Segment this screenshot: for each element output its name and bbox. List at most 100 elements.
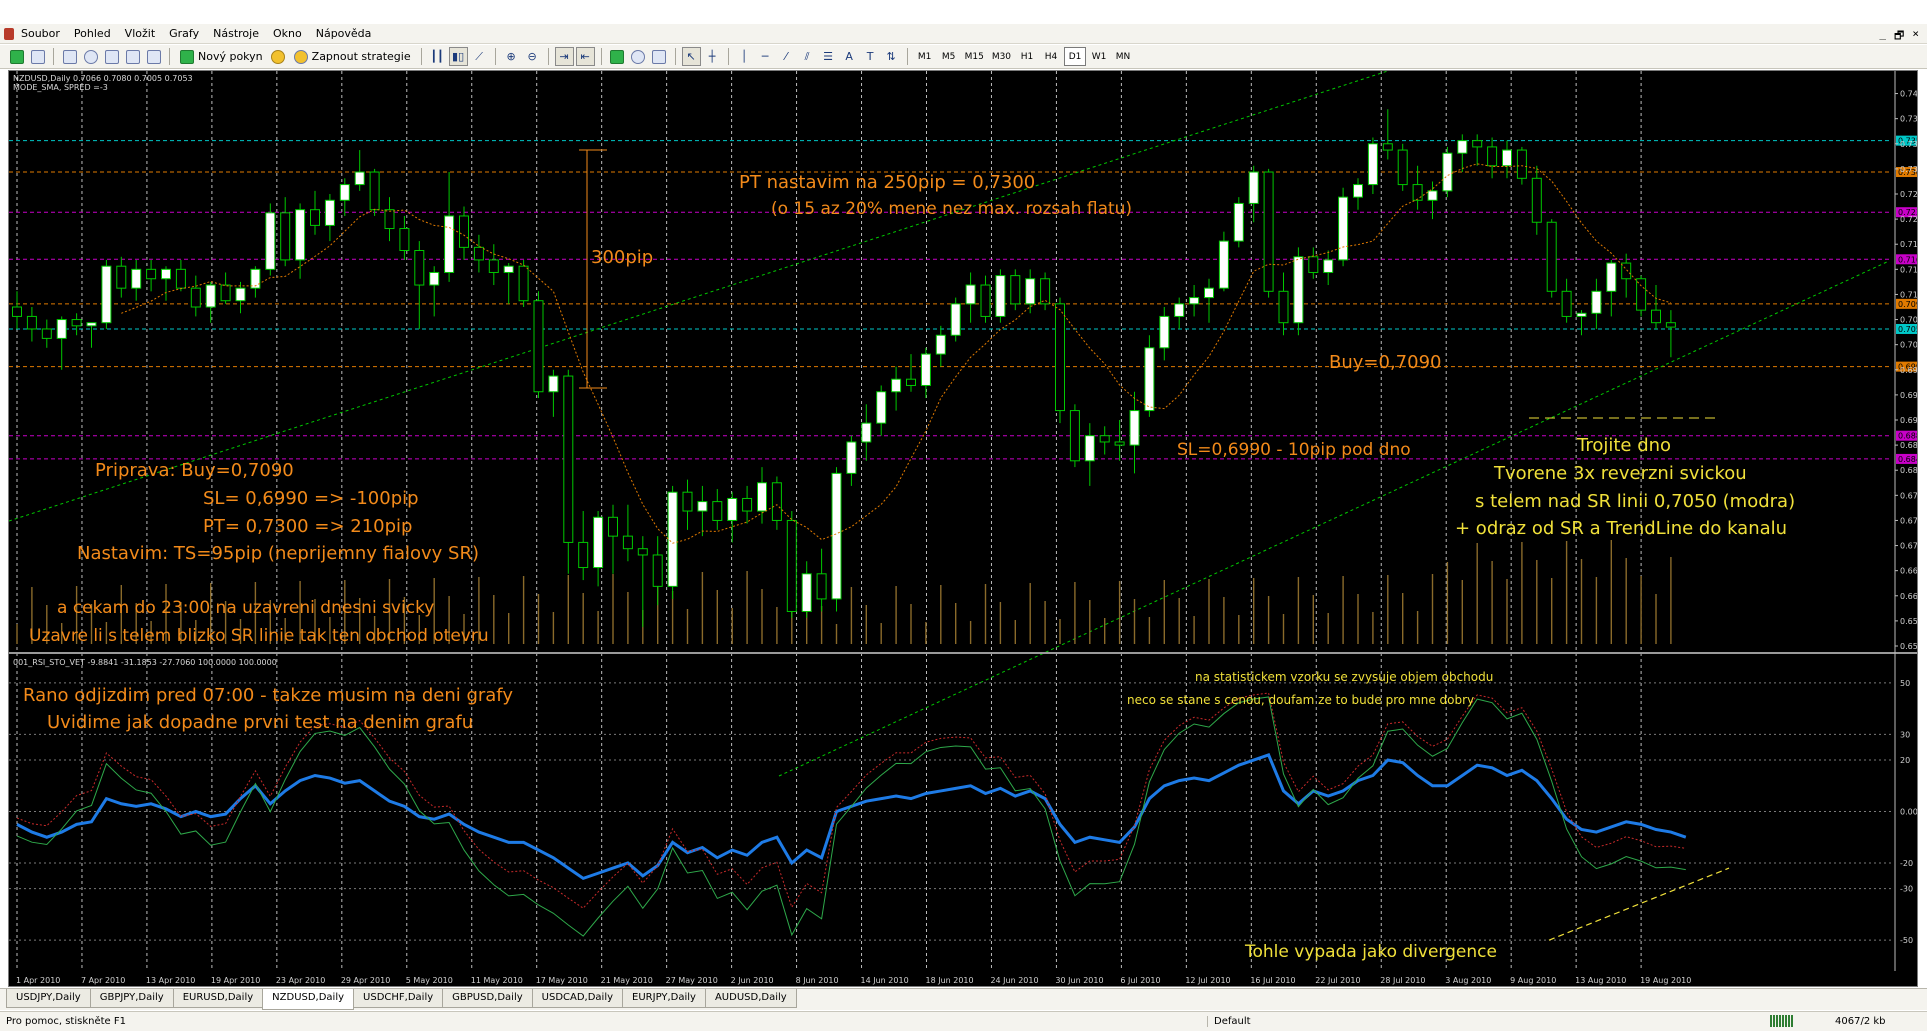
bear-candle-body [518, 265, 529, 302]
new-chart-button[interactable] [7, 47, 26, 66]
data-window-button[interactable] [81, 47, 100, 66]
metaeditor-button[interactable] [269, 47, 288, 66]
tab-usdchf[interactable]: USDCHF,Daily [353, 989, 444, 1008]
line-chart-button[interactable]: ⟋ [470, 47, 489, 66]
indicators-button[interactable] [608, 47, 627, 66]
bull-candle-body [1606, 262, 1617, 292]
bear-candle-body [1308, 256, 1319, 273]
indicator-tick-label: 30 [1900, 730, 1910, 739]
tab-gbpjpy[interactable]: GBPJPY,Daily [89, 989, 174, 1008]
candle [1531, 165, 1542, 235]
menu-insert[interactable]: Vložit [118, 27, 162, 40]
price-tick-label: 0.7305 [1900, 165, 1917, 174]
timeframe-w1[interactable]: W1 [1088, 47, 1110, 66]
price-tick-label: 0.6945 [1900, 391, 1917, 400]
zoom-in-icon[interactable]: ⊕ [502, 47, 521, 66]
chart-header-indicator: MODE_SMA, SPRED =-3 [13, 83, 108, 92]
timeframe-m5[interactable]: M5 [938, 47, 960, 66]
tab-eurjpy[interactable]: EURJPY,Daily [622, 989, 706, 1008]
candle [608, 504, 618, 574]
profiles-button[interactable] [28, 47, 47, 66]
navigator-button[interactable] [102, 47, 121, 66]
plus-icon [9, 49, 24, 64]
timeframe-m1[interactable]: M1 [914, 47, 936, 66]
status-help-text: Pro pomoc, stiskněte F1 [6, 1016, 126, 1027]
candle-chart-button[interactable]: ▮▯ [448, 47, 468, 66]
bar-chart-button[interactable]: ┃┃ [428, 47, 447, 66]
candle [26, 307, 37, 342]
candle [1323, 250, 1334, 286]
restore-icon[interactable]: 🗗 [1892, 27, 1906, 46]
bull-candle-body [801, 573, 812, 612]
date-tick-label: 12 Jul 2010 [1185, 976, 1230, 985]
new-order-button[interactable]: Nový pokyn [176, 47, 267, 66]
close-icon[interactable]: × [1910, 27, 1921, 46]
tab-usdcad[interactable]: USDCAD,Daily [531, 989, 624, 1008]
vertical-line-tool-icon[interactable]: │ [735, 47, 754, 66]
horizontal-line-tool-icon[interactable]: ─ [756, 47, 775, 66]
candle [861, 404, 872, 461]
tab-eurusd[interactable]: EURUSD,Daily [172, 989, 264, 1008]
volume-note1-annotation: na statistickem vzorku se zvysuje objem … [1195, 670, 1493, 684]
chart-window[interactable]: 0.73500.73000.72360.71610.70900.70500.69… [8, 70, 1918, 987]
bull-candle-body [667, 491, 678, 587]
menu-window[interactable]: Okno [266, 27, 309, 40]
candle [876, 385, 887, 436]
trendline-tool-icon[interactable]: ⁄ [777, 47, 796, 66]
indicator-tick-label: -50 [1900, 936, 1913, 945]
bear-candle-body [1561, 290, 1572, 317]
timeframe-h4[interactable]: H4 [1040, 47, 1062, 66]
menu-tools[interactable]: Nástroje [206, 27, 266, 40]
candle [906, 354, 916, 392]
auto-scroll-button[interactable]: ⇥ [554, 47, 574, 66]
level-price-label: 0.6880 [1896, 430, 1917, 441]
bull-candle-body [265, 212, 276, 270]
chart-shift-button[interactable]: ⇤ [575, 47, 595, 66]
tab-usdjpy[interactable]: USDJPY,Daily [6, 989, 91, 1008]
text-tool-icon[interactable]: A [840, 47, 859, 66]
text-label-tool-icon[interactable]: T [861, 47, 880, 66]
zoom-out-icon[interactable]: ⊖ [523, 47, 542, 66]
candle [1263, 168, 1274, 298]
strategy-tester-button[interactable] [144, 47, 163, 66]
crosshair-tool-icon[interactable]: ┼ [703, 47, 722, 66]
timeframe-m30[interactable]: M30 [989, 47, 1014, 66]
price-tick-label: 0.6865 [1900, 441, 1917, 450]
date-tick-label: 7 Apr 2010 [81, 976, 125, 985]
date-tick-label: 16 Jul 2010 [1250, 976, 1295, 985]
market-watch-button[interactable] [60, 47, 79, 66]
bear-candle-body [786, 519, 797, 612]
terminal-icon [125, 49, 140, 64]
periods-button[interactable] [629, 47, 648, 66]
minimize-icon[interactable]: _ [1877, 27, 1888, 46]
channel-tool-icon[interactable]: ⫽ [798, 47, 817, 66]
timeframe-mn[interactable]: MN [1112, 47, 1134, 66]
price-chart[interactable]: 0.73500.73000.72360.71610.70900.70500.69… [9, 71, 1917, 986]
tab-nzdusd[interactable]: NZDUSD,Daily [262, 989, 355, 1010]
timeframe-d1[interactable]: D1 [1064, 47, 1087, 66]
candle [548, 369, 559, 417]
candle [786, 511, 797, 618]
experts-button[interactable]: Zapnout strategie [290, 47, 415, 66]
bear-candle-body [280, 212, 291, 261]
tab-audusd[interactable]: AUDUSD,Daily [704, 989, 797, 1008]
toolbar-separator [906, 48, 908, 65]
bull-candle-body [324, 199, 335, 226]
timeframe-h1[interactable]: H1 [1016, 47, 1038, 66]
tab-gbpusd[interactable]: GBPUSD,Daily [442, 989, 533, 1008]
bull-candle-body [727, 497, 738, 521]
templates-button[interactable] [650, 47, 669, 66]
menu-help[interactable]: Nápověda [309, 27, 379, 40]
fibonacci-tool-icon[interactable]: ☰ [819, 47, 838, 66]
timeframe-m15[interactable]: M15 [962, 47, 987, 66]
date-tick-label: 21 May 2010 [601, 976, 653, 985]
terminal-button[interactable] [123, 47, 142, 66]
menu-charts[interactable]: Grafy [162, 27, 206, 40]
bear-candle-body [71, 319, 82, 327]
cursor-tool-icon[interactable]: ↖ [681, 47, 701, 66]
menu-view[interactable]: Pohled [67, 27, 118, 40]
arrows-tool-icon[interactable]: ⇅ [882, 47, 901, 66]
menu-file[interactable]: Soubor [14, 27, 67, 40]
toolbar: Nový pokyn Zapnout strategie ┃┃ ▮▯ ⟋ ⊕ ⊖… [0, 45, 1927, 69]
price-tick-label: 0.7065 [1900, 316, 1917, 325]
